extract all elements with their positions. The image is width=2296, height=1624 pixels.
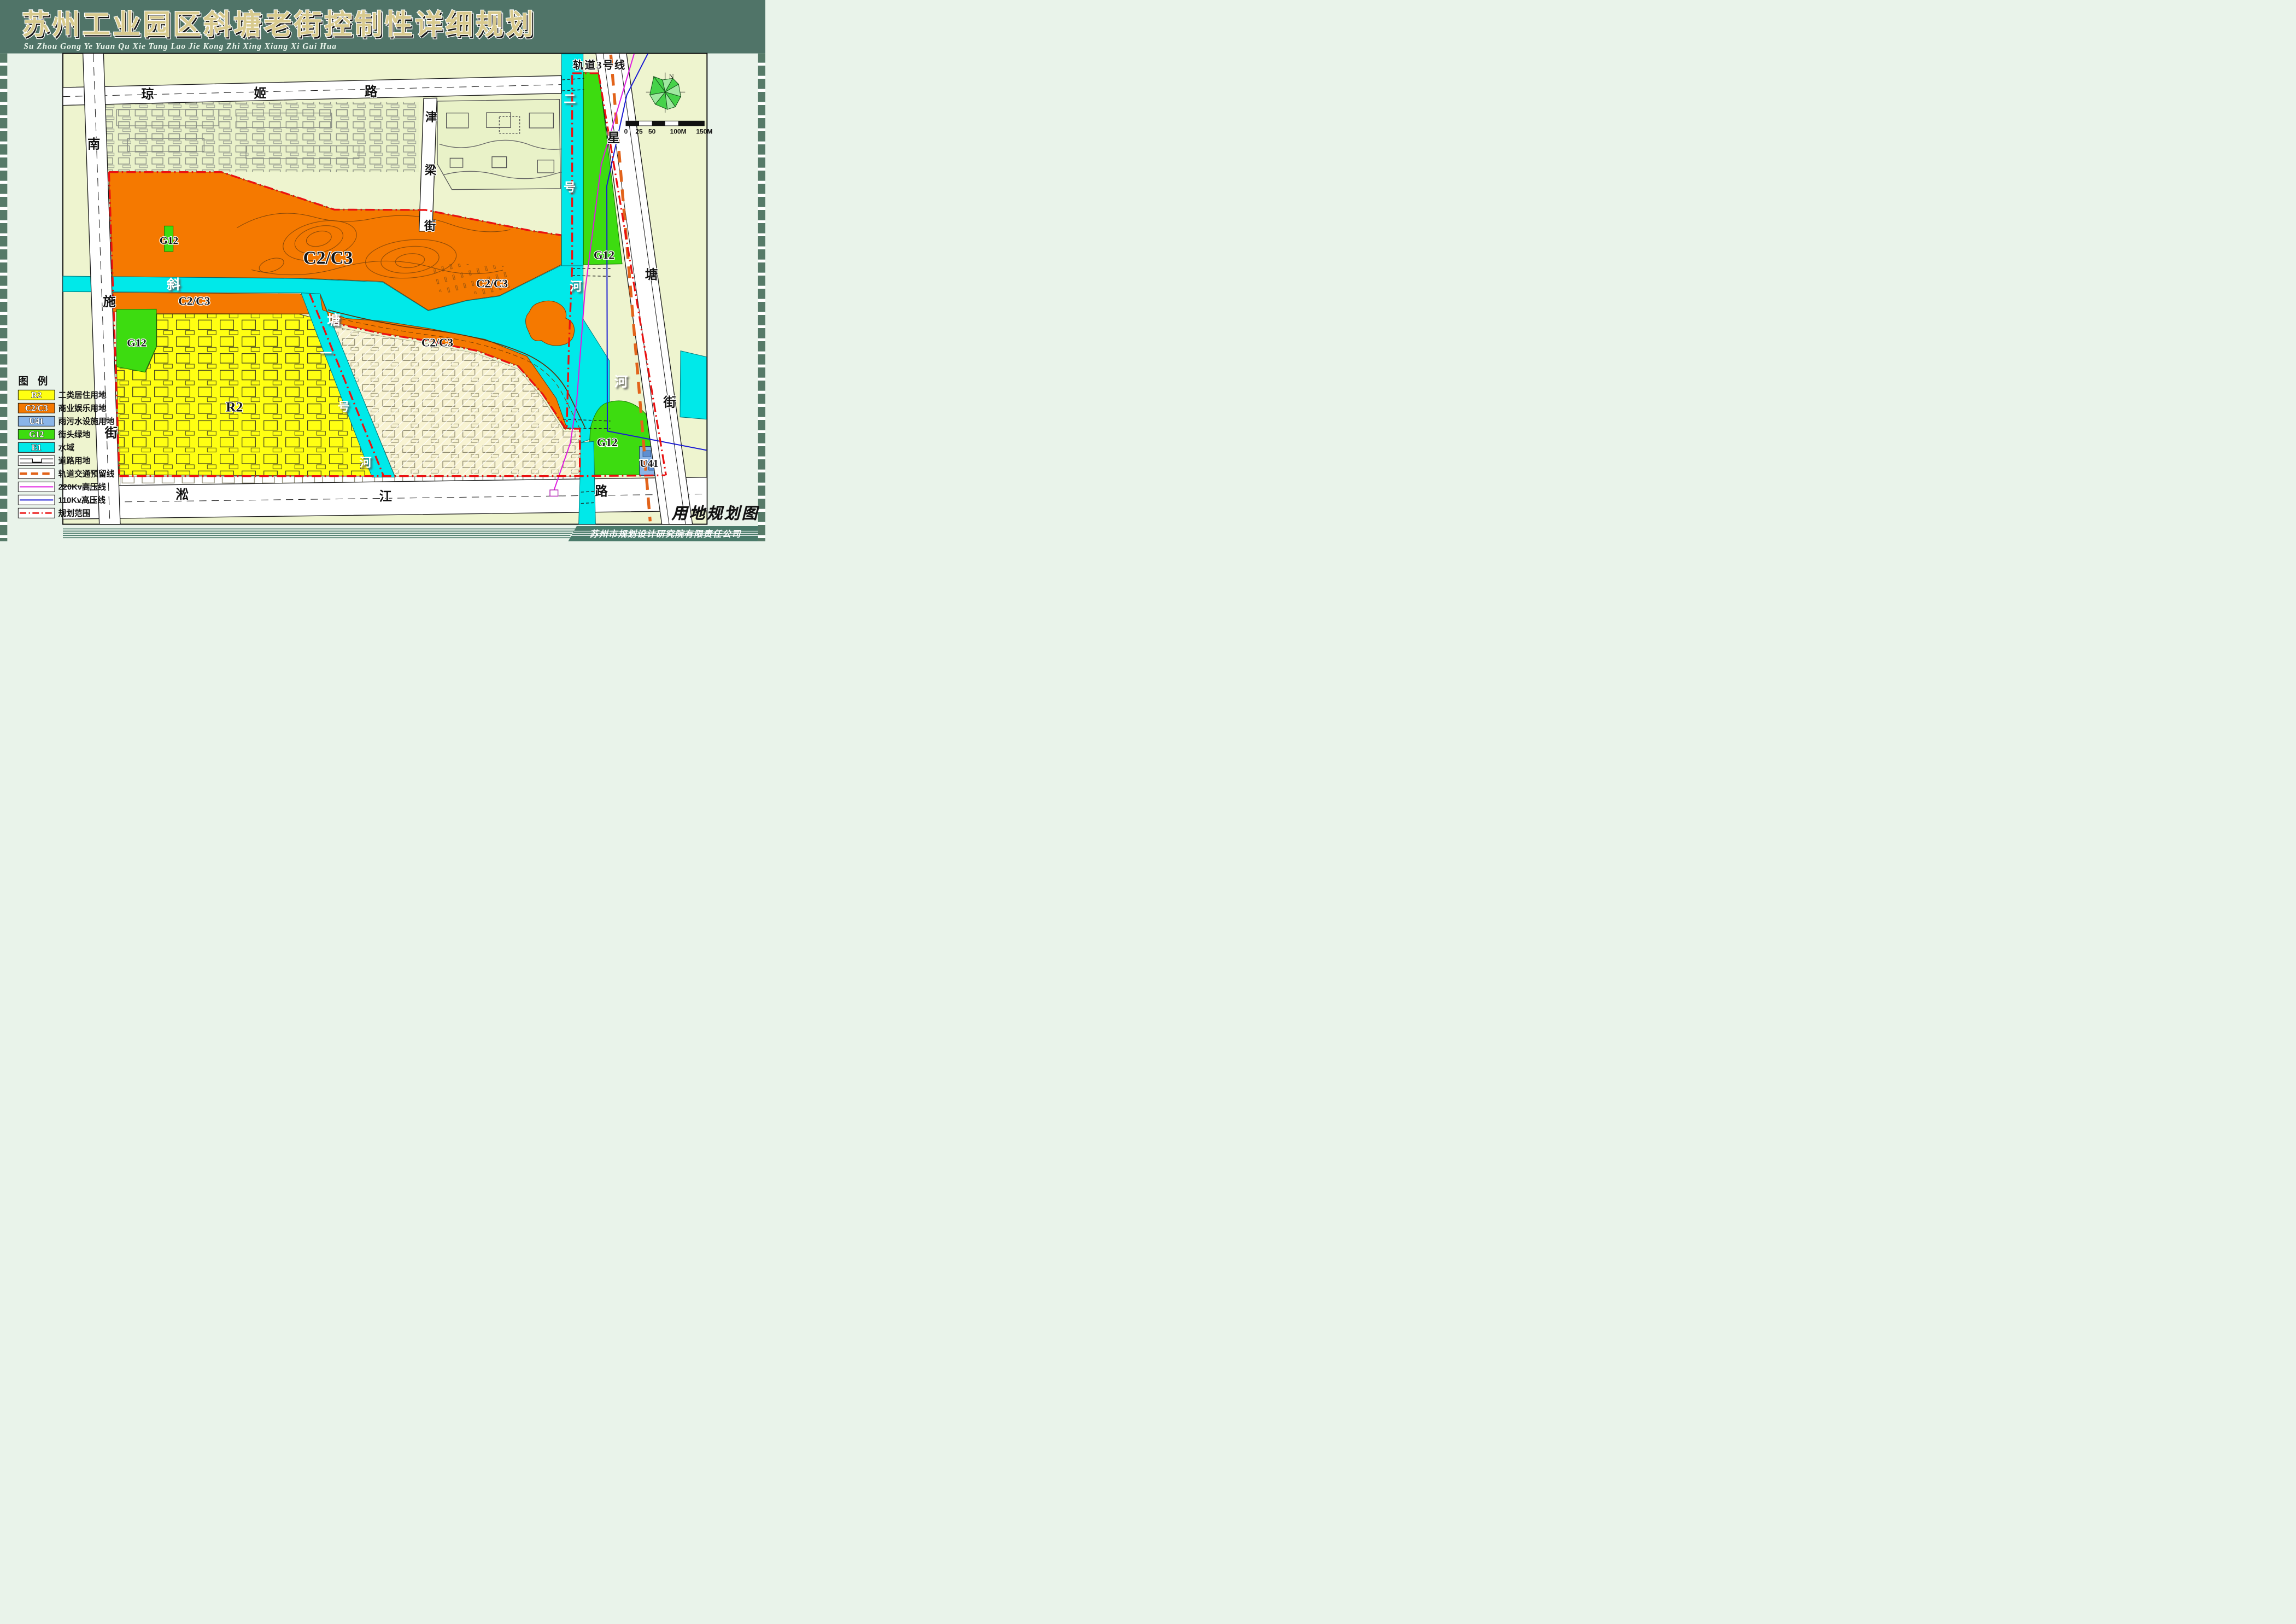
area-residential-nw bbox=[103, 102, 419, 172]
svg-text:淞: 淞 bbox=[176, 487, 189, 502]
svg-text:二类居住用地: 二类居住用地 bbox=[58, 390, 107, 400]
rail-line-label: 轨道3号线 bbox=[573, 59, 626, 71]
svg-text:规划范围: 规划范围 bbox=[58, 508, 91, 518]
zone-label-c2c3-4: C2/C3 bbox=[421, 336, 453, 349]
svg-text:25: 25 bbox=[635, 128, 643, 136]
map-sheet-title: 用地规划图 bbox=[671, 505, 760, 523]
svg-text:号: 号 bbox=[564, 180, 576, 194]
zone-label-g12-1: G12 bbox=[160, 235, 178, 247]
svg-text:号: 号 bbox=[338, 400, 350, 414]
svg-text:150M: 150M bbox=[696, 128, 712, 136]
svg-text:梁: 梁 bbox=[424, 163, 437, 177]
svg-text:路: 路 bbox=[595, 483, 608, 499]
svg-text:街: 街 bbox=[663, 394, 676, 410]
svg-text:R2: R2 bbox=[31, 391, 42, 400]
planning-map-page: 苏州工业园区斜塘老街控制性详细规划 苏州工业园区斜塘老街控制性详细规划 Su Z… bbox=[0, 0, 765, 541]
svg-text:塘: 塘 bbox=[645, 267, 658, 282]
svg-text:琼: 琼 bbox=[141, 86, 154, 102]
zone-label-g12-4: G12 bbox=[597, 436, 618, 449]
header-band: 苏州工业园区斜塘老街控制性详细规划 苏州工业园区斜塘老街控制性详细规划 Su Z… bbox=[0, 0, 765, 54]
svg-text:0: 0 bbox=[624, 128, 628, 136]
svg-text:U41: U41 bbox=[29, 417, 43, 427]
water-canal2-south bbox=[579, 441, 596, 524]
svg-text:星: 星 bbox=[607, 131, 620, 145]
svg-text:100M: 100M bbox=[670, 128, 687, 136]
pylon-symbol bbox=[550, 490, 558, 496]
svg-text:塘: 塘 bbox=[327, 312, 341, 328]
svg-text:G12: G12 bbox=[29, 430, 44, 440]
zone-label-g12-3: G12 bbox=[594, 248, 614, 261]
compass-north-label: N bbox=[669, 73, 674, 80]
zone-label-g12-2: G12 bbox=[127, 337, 147, 349]
svg-text:商业娱乐用地: 商业娱乐用地 bbox=[58, 403, 107, 413]
svg-text:斜: 斜 bbox=[166, 277, 180, 292]
zone-label-r2: R2 bbox=[226, 400, 243, 415]
svg-text:道路用地: 道路用地 bbox=[58, 455, 91, 465]
svg-text:街: 街 bbox=[104, 425, 118, 440]
svg-text:C2/C3: C2/C3 bbox=[25, 404, 48, 413]
svg-text:街头绿地: 街头绿地 bbox=[58, 429, 91, 439]
svg-text:220Kv高压线: 220Kv高压线 bbox=[58, 482, 107, 492]
right-checker-border bbox=[758, 54, 765, 541]
zone-label-c2c3-2: C2/C3 bbox=[178, 294, 210, 307]
map-canvas: 苏州工业园区斜塘老街控制性详细规划 苏州工业园区斜塘老街控制性详细规划 Su Z… bbox=[0, 0, 765, 541]
svg-text:河: 河 bbox=[614, 375, 628, 390]
water-east-of-road bbox=[680, 351, 706, 419]
company-name: 苏州市规划设计研究院有限责任公司 bbox=[589, 529, 741, 539]
svg-text:二: 二 bbox=[564, 92, 576, 106]
left-checker-border bbox=[0, 54, 7, 541]
svg-text:110Kv高压线: 110Kv高压线 bbox=[58, 495, 106, 505]
svg-text:河: 河 bbox=[570, 280, 582, 294]
svg-text:水域: 水域 bbox=[58, 442, 75, 452]
svg-text:南: 南 bbox=[87, 137, 100, 152]
svg-text:津: 津 bbox=[425, 111, 437, 124]
svg-text:路: 路 bbox=[365, 84, 378, 99]
svg-text:街: 街 bbox=[424, 219, 436, 233]
zone-label-u41: U41 bbox=[640, 458, 658, 470]
svg-text:江: 江 bbox=[379, 489, 392, 504]
page-title: 苏州工业园区斜塘老街控制性详细规划 bbox=[22, 9, 536, 40]
svg-text:施: 施 bbox=[103, 294, 115, 309]
svg-text:轨道交通预留线: 轨道交通预留线 bbox=[58, 469, 115, 478]
legend-title: 图 例 bbox=[18, 375, 51, 387]
zone-label-c2c3-3: C2/C3 bbox=[476, 277, 508, 290]
svg-text:一: 一 bbox=[320, 346, 332, 360]
svg-text:姬: 姬 bbox=[254, 86, 266, 101]
zone-label-c2c3-1: C2/C3 bbox=[303, 248, 353, 268]
svg-text:50: 50 bbox=[648, 128, 656, 136]
svg-text:河: 河 bbox=[360, 455, 372, 469]
svg-text:E1: E1 bbox=[32, 443, 42, 453]
svg-text:雨污水设施用地: 雨污水设施用地 bbox=[58, 416, 115, 426]
page-subtitle-pinyin: Su Zhou Gong Ye Yuan Qu Xie Tang Lao Jie… bbox=[24, 42, 337, 51]
